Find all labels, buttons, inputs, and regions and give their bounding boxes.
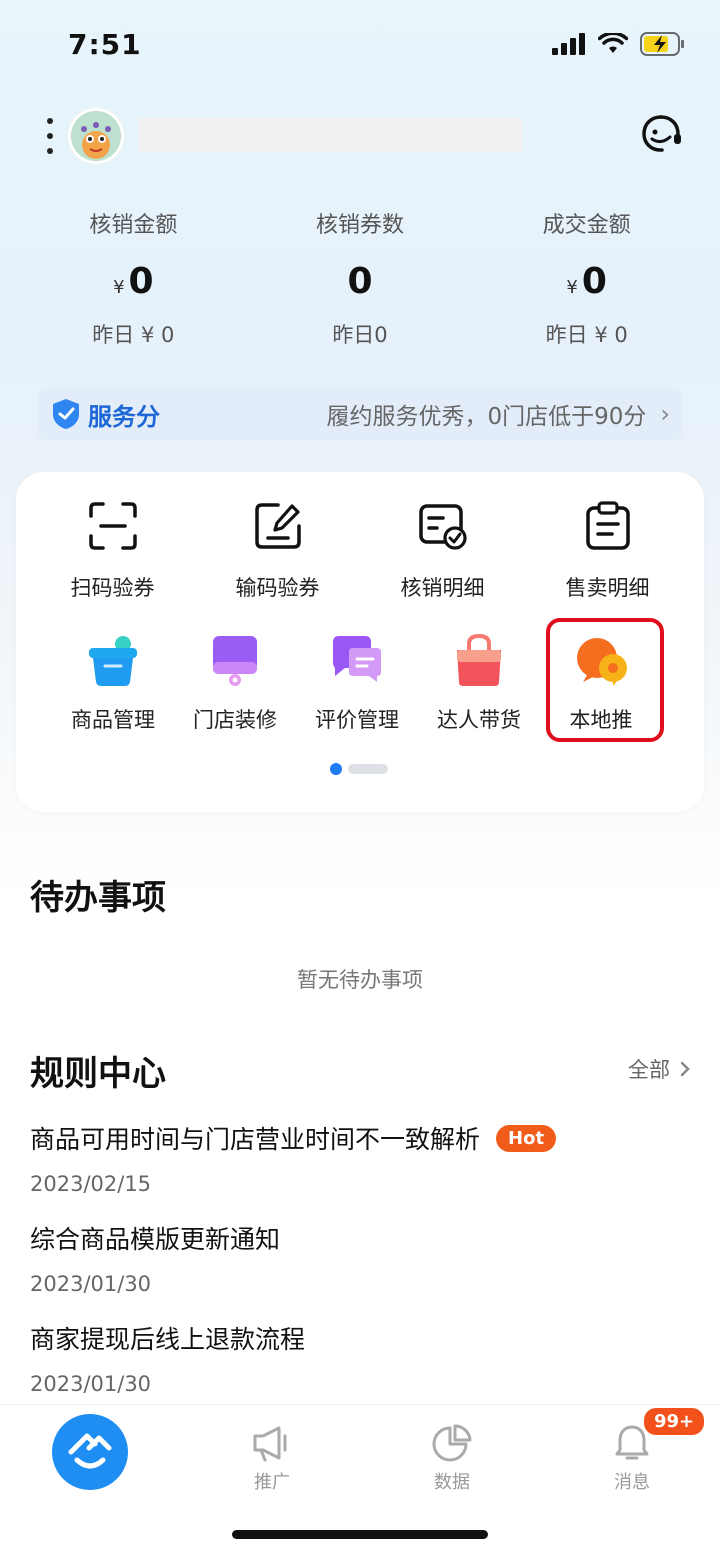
tool-label: 售卖明细 bbox=[565, 576, 650, 600]
service-score-bar[interactable]: 服务分 履约服务优秀，0门店低于90分 › bbox=[38, 388, 682, 440]
stat-number: 0 bbox=[347, 261, 373, 302]
stat-label: 成交金额 bbox=[542, 213, 631, 238]
tab-label: 推广 bbox=[254, 1472, 290, 1493]
rules-all-label: 全部 bbox=[628, 1058, 670, 1082]
tool-scan-voucher[interactable]: 扫码验券 bbox=[30, 500, 195, 602]
rule-item[interactable]: 商家提现后线上退款流程 2023/01/30 bbox=[30, 1320, 305, 1396]
status-time: 7:51 bbox=[68, 28, 142, 61]
tool-label: 商品管理 bbox=[71, 708, 155, 732]
highlight-box bbox=[546, 618, 664, 742]
stat-yesterday: 昨日 ¥ 0 bbox=[92, 323, 175, 347]
tab-data[interactable]: 数据 bbox=[392, 1424, 512, 1494]
shield-icon bbox=[53, 399, 79, 429]
home-logo-icon bbox=[68, 1433, 112, 1469]
tool-sales-detail[interactable]: 售卖明细 bbox=[525, 500, 690, 602]
rule-date: 2023/02/15 bbox=[30, 1172, 152, 1196]
todo-title: 待办事项 bbox=[30, 878, 166, 918]
stat-number: 0 bbox=[581, 261, 607, 302]
battery-icon bbox=[640, 32, 684, 56]
avatar-monster-icon bbox=[71, 111, 121, 161]
tool-product-management[interactable]: 商品管理 bbox=[52, 632, 174, 734]
tool-label: 评价管理 bbox=[315, 708, 399, 732]
service-score-text: 履约服务优秀，0门店低于90分 bbox=[326, 404, 647, 430]
rule-title: 商品可用时间与门店营业时间不一致解析 Hot bbox=[30, 1120, 557, 1156]
basket-icon bbox=[89, 636, 137, 686]
clipboard-icon bbox=[585, 501, 630, 550]
stat-deal-amount[interactable]: 成交金额 ¥0 昨日 ¥ 0 bbox=[473, 210, 700, 352]
stat-yesterday: 昨日 ¥ 0 bbox=[545, 323, 628, 347]
stat-label: 核销券数 bbox=[316, 213, 405, 238]
rules-all-link[interactable]: 全部 bbox=[628, 1054, 690, 1084]
stat-redeem-amount[interactable]: 核销金额 ¥0 昨日 ¥ 0 bbox=[20, 210, 247, 352]
rule-title-text: 商品可用时间与门店营业时间不一致解析 bbox=[30, 1125, 481, 1154]
tool-label: 门店装修 bbox=[193, 708, 277, 732]
stat-value: 0 bbox=[247, 260, 474, 304]
stat-number: 0 bbox=[128, 261, 154, 302]
tool-influencer-sales[interactable]: 达人带货 bbox=[418, 632, 540, 734]
rule-title: 商家提现后线上退款流程 bbox=[30, 1325, 306, 1354]
avatar[interactable] bbox=[68, 108, 124, 164]
message-count-badge: 99+ bbox=[642, 1406, 707, 1437]
tab-label: 消息 bbox=[614, 1472, 650, 1493]
service-score-label: 服务分 bbox=[88, 402, 160, 431]
stats-panel: 核销金额 ¥0 昨日 ¥ 0 核销券数 0 昨日0 成交金额 ¥0 昨日 ¥ 0 bbox=[20, 210, 700, 352]
tool-input-code[interactable]: 输码验券 bbox=[195, 500, 360, 602]
tools-row-primary: 扫码验券 输码验券 核销明细 售卖明细 bbox=[30, 500, 690, 602]
more-menu-icon[interactable] bbox=[40, 118, 60, 154]
tab-home[interactable] bbox=[52, 1414, 128, 1490]
pie-chart-icon bbox=[432, 1424, 472, 1462]
shopping-bag-icon bbox=[457, 633, 501, 686]
stat-value: ¥0 bbox=[473, 260, 700, 304]
stat-label: 核销金额 bbox=[89, 213, 178, 238]
tool-label: 核销明细 bbox=[400, 576, 485, 600]
status-icons bbox=[552, 32, 686, 56]
scan-icon bbox=[88, 502, 137, 550]
currency-symbol: ¥ bbox=[566, 277, 578, 298]
store-decoration-icon bbox=[213, 636, 257, 686]
tab-label: 数据 bbox=[434, 1472, 470, 1493]
wifi-icon bbox=[598, 33, 628, 53]
todo-empty-text: 暂无待办事项 bbox=[297, 968, 423, 992]
tool-label: 输码验券 bbox=[235, 576, 320, 600]
customer-service-icon[interactable] bbox=[638, 112, 684, 158]
signal-icon bbox=[552, 33, 585, 55]
rule-title: 综合商品模版更新通知 bbox=[30, 1225, 281, 1254]
megaphone-icon bbox=[253, 1426, 287, 1462]
rule-item[interactable]: 综合商品模版更新通知 2023/01/30 bbox=[30, 1220, 280, 1296]
chat-bubbles-icon bbox=[333, 636, 381, 682]
chevron-right-icon bbox=[680, 1061, 690, 1077]
rule-date: 2023/01/30 bbox=[30, 1372, 152, 1396]
tool-label: 达人带货 bbox=[437, 708, 521, 732]
page-indicator bbox=[330, 763, 388, 775]
tab-promotion[interactable]: 推广 bbox=[212, 1424, 332, 1494]
home-indicator bbox=[232, 1530, 488, 1539]
page-dot bbox=[348, 764, 388, 774]
page-dot-active bbox=[330, 763, 342, 775]
currency-symbol: ¥ bbox=[113, 277, 125, 298]
stat-value: ¥0 bbox=[20, 260, 247, 304]
rule-date: 2023/01/30 bbox=[30, 1272, 152, 1296]
tool-redeem-detail[interactable]: 核销明细 bbox=[360, 500, 525, 602]
store-name-placeholder bbox=[138, 118, 522, 152]
rules-title: 规则中心 bbox=[30, 1054, 166, 1094]
tool-store-decoration[interactable]: 门店装修 bbox=[174, 632, 296, 734]
stat-yesterday: 昨日0 bbox=[332, 323, 388, 347]
stat-redeem-count[interactable]: 核销券数 0 昨日0 bbox=[247, 210, 474, 352]
rule-item[interactable]: 商品可用时间与门店营业时间不一致解析 Hot 2023/02/15 bbox=[30, 1120, 557, 1196]
hot-badge: Hot bbox=[496, 1124, 557, 1152]
tool-label: 扫码验券 bbox=[70, 576, 155, 600]
edit-code-icon bbox=[254, 503, 301, 549]
chevron-right-icon: › bbox=[660, 400, 670, 428]
tool-review-management[interactable]: 评价管理 bbox=[296, 632, 418, 734]
redeem-detail-icon bbox=[418, 504, 467, 550]
